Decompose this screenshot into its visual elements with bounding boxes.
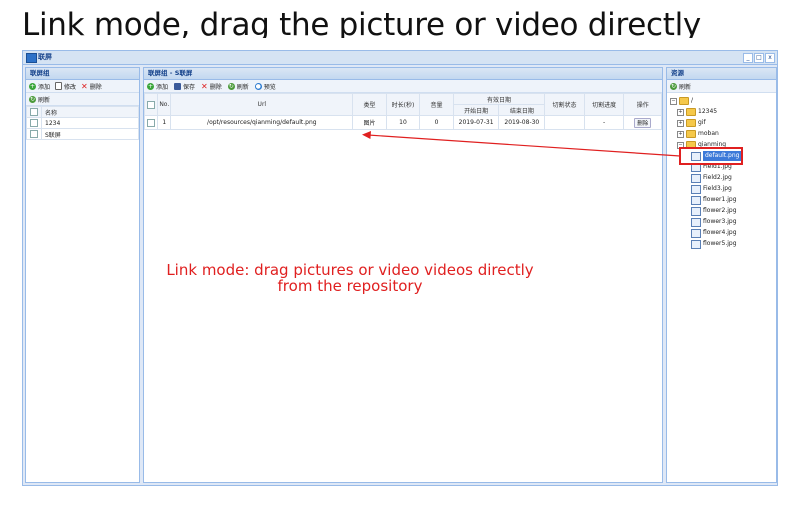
tree-file[interactable]: Field3.jpg: [691, 184, 732, 194]
row-switch-state: [544, 115, 585, 130]
highlight-box: [679, 147, 743, 165]
add-icon: +: [29, 82, 36, 90]
refresh-icon: ↻: [670, 82, 677, 90]
item-save-button[interactable]: 保存: [174, 82, 195, 91]
folder-icon: [686, 108, 696, 116]
image-file-icon: [691, 173, 701, 183]
start-date-column-header: 开始日期: [452, 104, 500, 116]
tree-folder[interactable]: +12345: [677, 107, 717, 117]
switch-state-column-header: 切割状态: [544, 93, 585, 116]
window-titlebar: 联屏 _ □ x: [23, 51, 777, 65]
group-refresh-button[interactable]: ↻ 刷新: [29, 95, 50, 104]
tree-file[interactable]: flower2.jpg: [691, 206, 737, 216]
refresh-icon: ↻: [29, 95, 36, 103]
row-duration[interactable]: 10: [385, 115, 421, 130]
refresh-icon: ↻: [227, 82, 235, 90]
image-file-icon: [691, 228, 701, 238]
playlist-table: No. Url 类型 时长(秒) 音量 有效日期 切割状态 切割进度 操作 开始…: [144, 93, 662, 130]
item-refresh-button[interactable]: ↻ 刷新: [227, 82, 249, 91]
group-panel: 联屏组 + 添加 修改 ✕ 删除 ↻ 刷新 名称 1234 S联屏: [25, 67, 140, 483]
edit-icon: [55, 82, 63, 90]
row-volume[interactable]: 0: [419, 115, 454, 130]
folder-icon: [686, 119, 696, 127]
row-url: /opt/resources/qianming/default.png: [170, 115, 354, 130]
switch-progress-column-header: 切割进度: [583, 93, 625, 116]
select-all-checkbox[interactable]: [147, 100, 156, 109]
end-date-column-header: 结束日期: [498, 104, 546, 116]
row-switch-progress: -: [583, 115, 625, 130]
image-file-icon: [691, 239, 701, 249]
group-delete-button[interactable]: ✕ 删除: [81, 82, 102, 91]
duration-column-header: 时长(秒): [385, 93, 421, 116]
maximize-button[interactable]: □: [754, 53, 764, 63]
app-icon: [26, 53, 37, 63]
annotation-text: Link mode: drag pictures or video videos…: [140, 262, 560, 294]
valid-date-column-header: 有效日期: [452, 93, 546, 105]
item-add-button[interactable]: + 添加: [147, 82, 168, 91]
annotation-line-2: from the repository: [277, 277, 423, 295]
tree-folder[interactable]: + gif: [677, 118, 706, 128]
resource-panel: 资源 ↻ 刷新 − / +12345 + gif + moban − qianming d…: [666, 67, 777, 483]
resource-panel-title: 资源: [667, 68, 776, 80]
tree-root[interactable]: − /: [670, 96, 693, 106]
preview-icon: ●: [254, 82, 262, 90]
row-type: 图片: [352, 115, 387, 130]
action-column-header: 操作: [623, 93, 662, 116]
group-edit-button[interactable]: 修改: [55, 82, 76, 91]
table-row[interactable]: 1234: [26, 117, 139, 129]
save-icon: [174, 82, 182, 90]
folder-icon: [679, 97, 689, 105]
volume-column-header: 音量: [419, 93, 454, 116]
resource-refresh-button[interactable]: ↻ 刷新: [670, 82, 691, 91]
row-checkbox[interactable]: [30, 119, 38, 127]
tree-file[interactable]: flower4.jpg: [691, 228, 737, 238]
image-file-icon: [691, 206, 701, 216]
row-start-date[interactable]: 2019-07-31: [452, 115, 500, 130]
row-delete-button[interactable]: 删除: [634, 117, 652, 128]
row-no: 1: [157, 115, 172, 130]
folder-icon: [686, 130, 696, 138]
tree-file[interactable]: flower1.jpg: [691, 195, 737, 205]
expand-icon[interactable]: +: [677, 119, 684, 127]
expand-icon[interactable]: +: [677, 108, 684, 116]
close-button[interactable]: x: [765, 53, 775, 63]
tree-file[interactable]: flower3.jpg: [691, 217, 737, 227]
annotation-line-1: Link mode: drag pictures or video videos…: [166, 261, 534, 279]
delete-icon: ✕: [201, 81, 208, 91]
group-name: 1234: [41, 117, 139, 129]
group-add-button[interactable]: + 添加: [29, 82, 50, 91]
image-file-icon: [691, 195, 701, 205]
image-file-icon: [691, 217, 701, 227]
url-column-header: Url: [170, 93, 354, 116]
page-heading: Link mode, drag the picture or video dir…: [22, 7, 701, 38]
table-row[interactable]: 1 /opt/resources/qianming/default.png 图片…: [144, 115, 662, 130]
row-checkbox[interactable]: [147, 118, 156, 127]
item-delete-button[interactable]: ✕ 删除: [201, 82, 222, 91]
type-column-header: 类型: [352, 93, 387, 116]
collapse-icon[interactable]: −: [670, 97, 677, 105]
no-column-header: No.: [157, 93, 172, 116]
group-panel-title: 联屏组: [26, 68, 139, 80]
minimize-button[interactable]: _: [743, 53, 753, 63]
image-file-icon: [691, 184, 701, 194]
group-table: 名称 1234 S联屏: [26, 106, 139, 140]
preview-button[interactable]: ● 预览: [254, 82, 276, 91]
table-row[interactable]: S联屏: [26, 128, 139, 140]
tree-file[interactable]: Field2.jpg: [691, 173, 732, 183]
name-column-header: 名称: [41, 106, 139, 118]
row-checkbox[interactable]: [30, 130, 38, 138]
tree-file[interactable]: flower5.jpg: [691, 239, 737, 249]
delete-icon: ✕: [81, 81, 88, 91]
expand-icon[interactable]: +: [677, 130, 684, 138]
row-end-date[interactable]: 2019-08-30: [498, 115, 546, 130]
group-name: S联屏: [41, 128, 139, 140]
playlist-panel-title: 联屏组 - S联屏: [144, 68, 662, 80]
tree-folder[interactable]: + moban: [677, 129, 719, 139]
select-all-checkbox[interactable]: [30, 108, 38, 116]
add-icon: +: [147, 82, 154, 90]
window-title: 联屏: [38, 53, 52, 61]
